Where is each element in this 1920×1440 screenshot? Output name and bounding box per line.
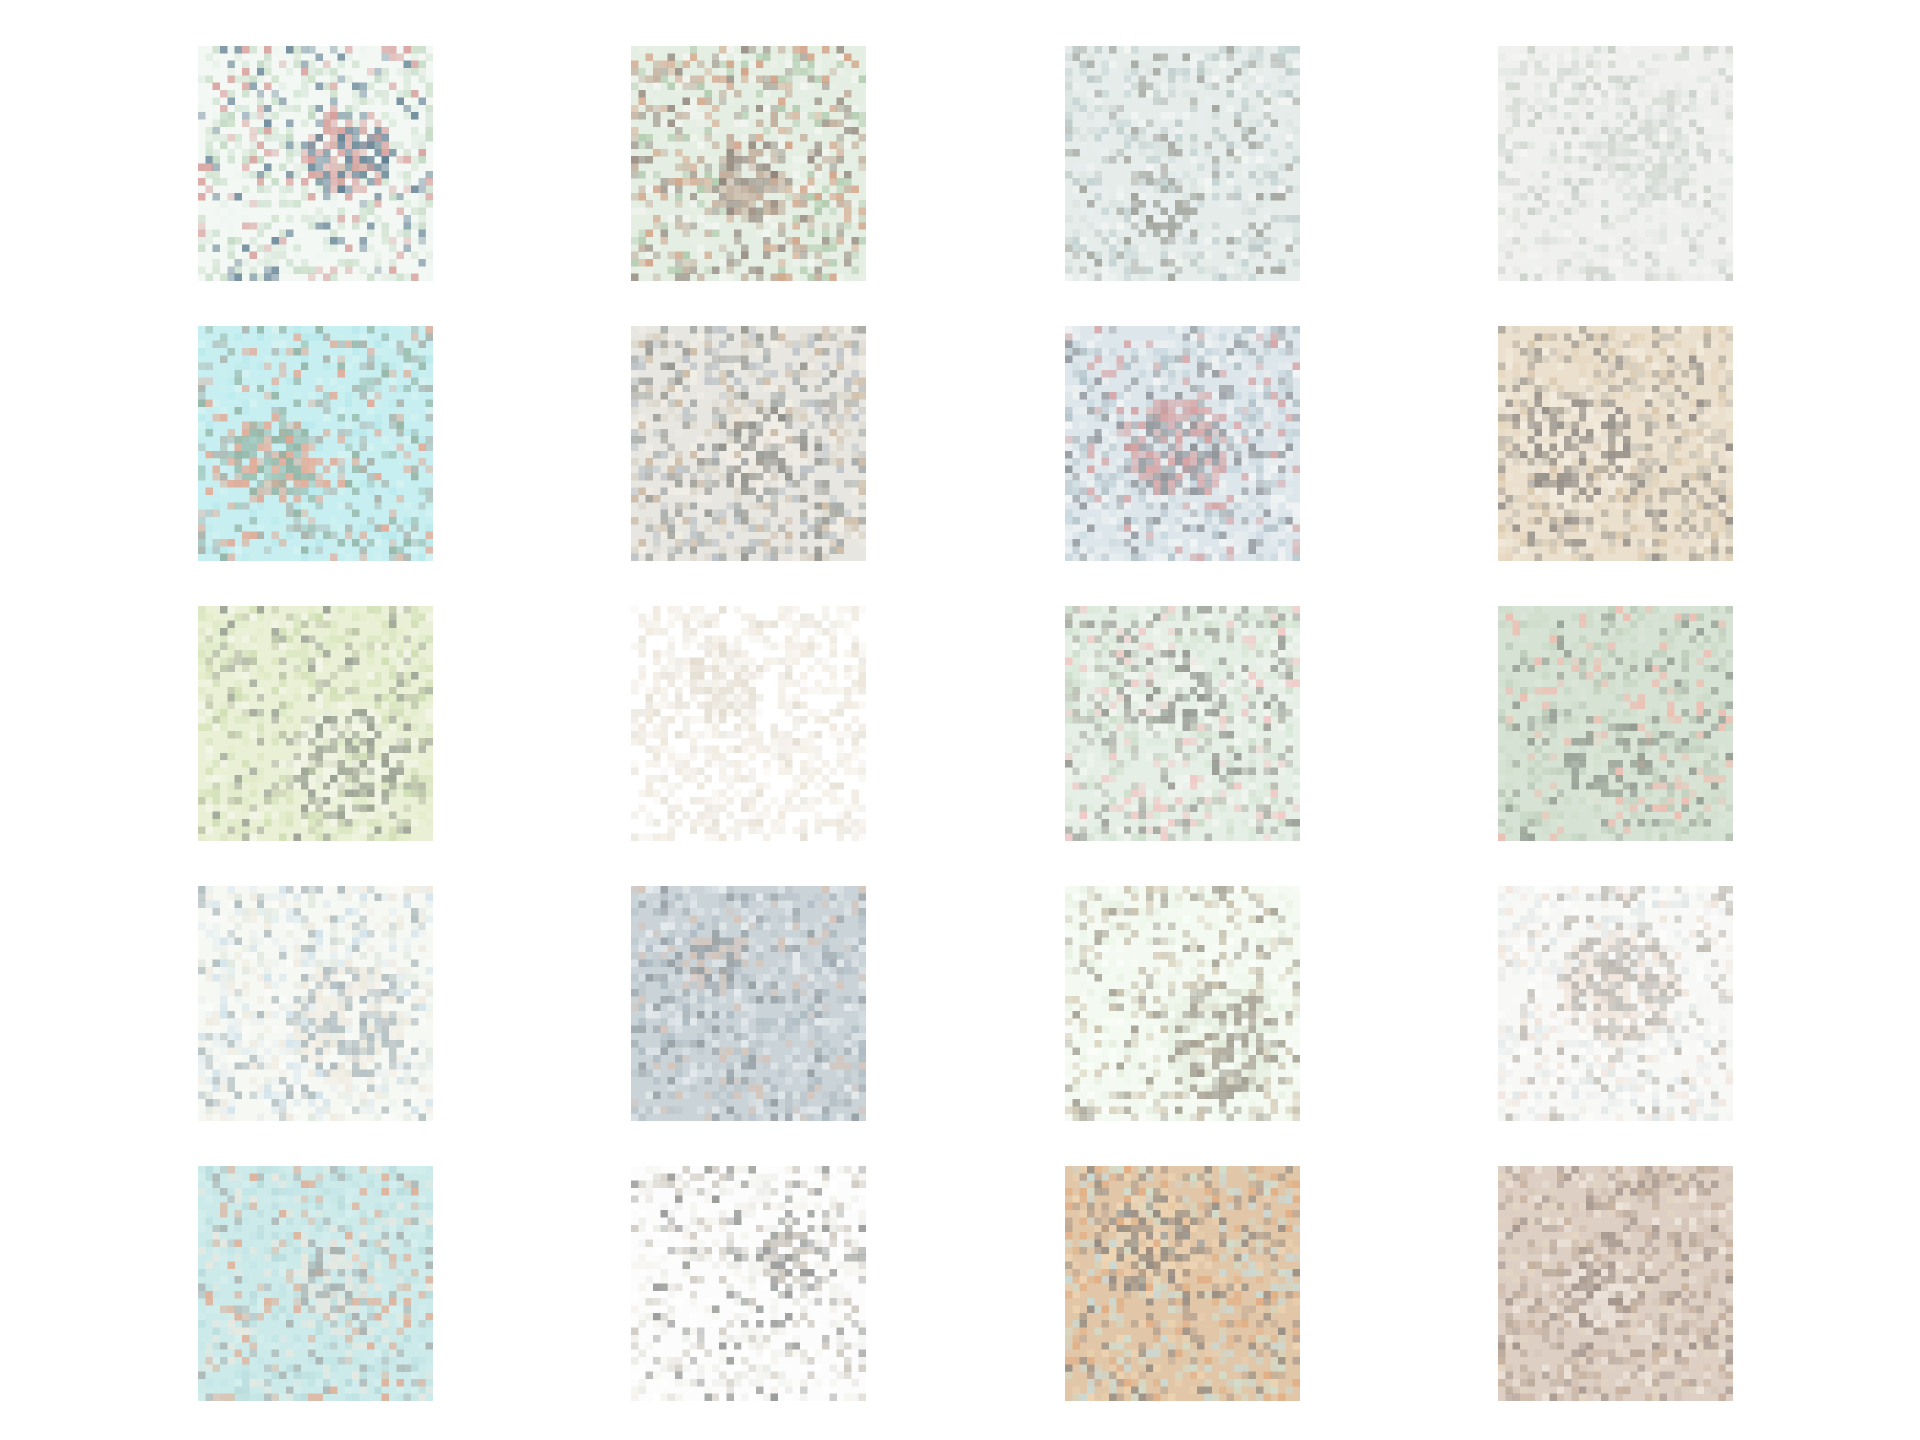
thumbnail-pixels — [1065, 606, 1300, 841]
thumbnail-image — [1065, 606, 1300, 841]
thumbnail-pixels — [631, 606, 866, 841]
image-grid — [0, 0, 1920, 1440]
thumbnail-pixels — [198, 606, 433, 841]
thumbnail-image — [631, 46, 866, 281]
thumbnail-image — [198, 886, 433, 1121]
thumbnail-image — [1498, 326, 1733, 561]
thumbnail-image — [198, 46, 433, 281]
thumbnail-image — [1498, 606, 1733, 841]
thumbnail-image — [1065, 46, 1300, 281]
thumbnail-pixels — [1065, 326, 1300, 561]
thumbnail-pixels — [1498, 1166, 1733, 1401]
thumbnail-pixels — [1498, 46, 1733, 281]
thumbnail-pixels — [1065, 886, 1300, 1121]
thumbnail-pixels — [1498, 886, 1733, 1121]
thumbnail-image — [198, 1166, 433, 1401]
thumbnail-image — [631, 606, 866, 841]
thumbnail-image — [1498, 886, 1733, 1121]
thumbnail-image — [198, 326, 433, 561]
thumbnail-pixels — [1498, 606, 1733, 841]
thumbnail-pixels — [631, 886, 866, 1121]
thumbnail-image — [631, 886, 866, 1121]
thumbnail-image — [1065, 1166, 1300, 1401]
thumbnail-pixels — [631, 1166, 866, 1401]
thumbnail-pixels — [1065, 1166, 1300, 1401]
thumbnail-image — [1498, 46, 1733, 281]
thumbnail-image — [631, 1166, 866, 1401]
thumbnail-pixels — [198, 326, 433, 561]
thumbnail-image — [631, 326, 866, 561]
thumbnail-pixels — [198, 46, 433, 281]
thumbnail-pixels — [198, 886, 433, 1121]
thumbnail-image — [1065, 326, 1300, 561]
thumbnail-pixels — [198, 1166, 433, 1401]
thumbnail-image — [1498, 1166, 1733, 1401]
thumbnail-pixels — [1498, 326, 1733, 561]
thumbnail-pixels — [1065, 46, 1300, 281]
thumbnail-image — [1065, 886, 1300, 1121]
thumbnail-pixels — [631, 46, 866, 281]
thumbnail-image — [198, 606, 433, 841]
thumbnail-pixels — [631, 326, 866, 561]
